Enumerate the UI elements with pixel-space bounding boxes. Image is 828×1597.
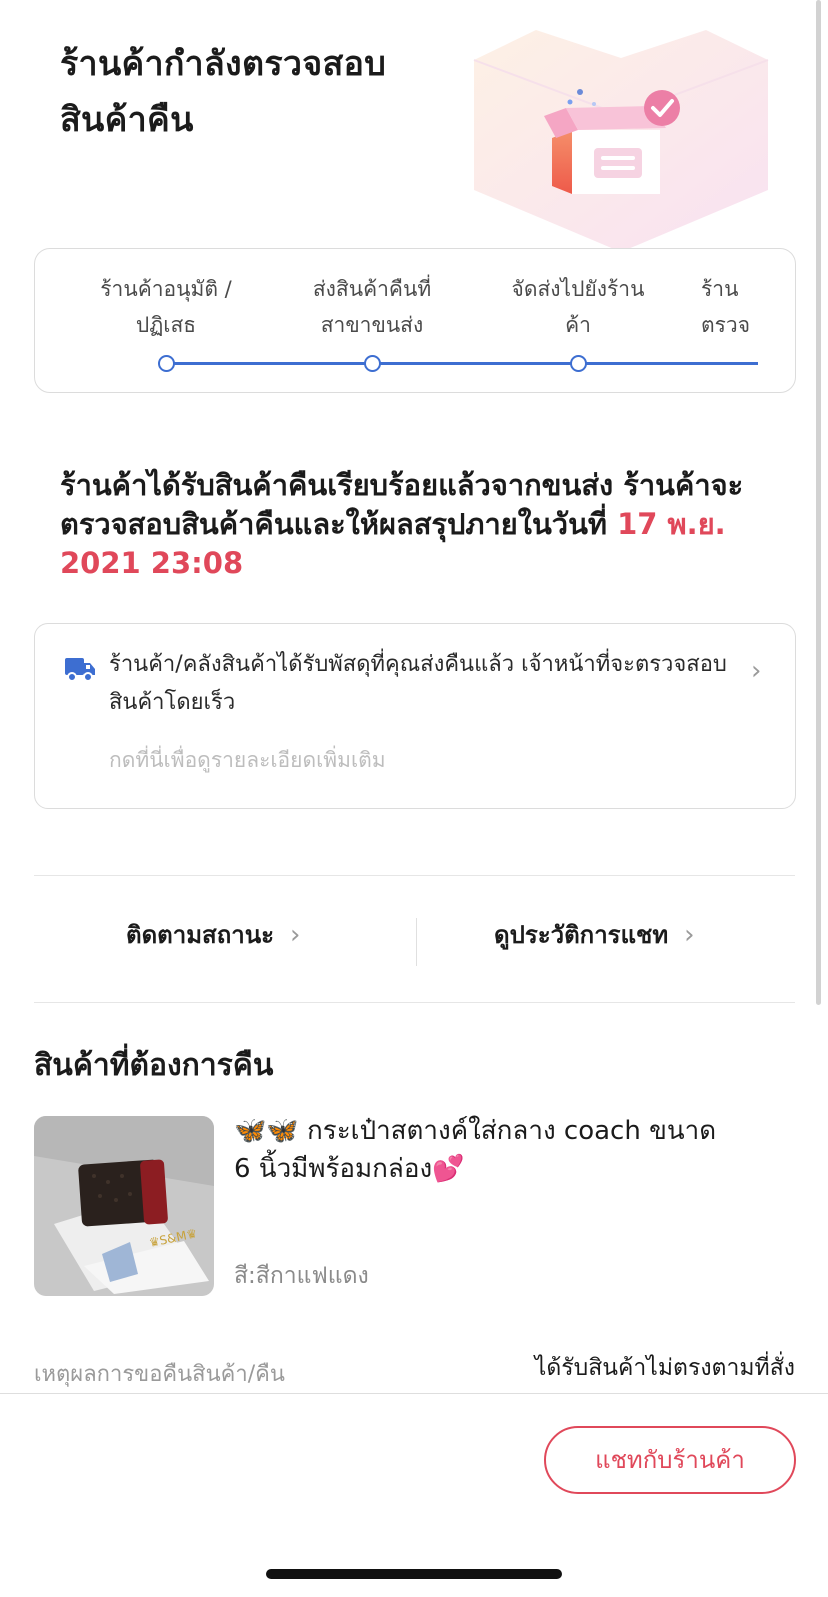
step-dot xyxy=(158,355,175,372)
step-label-line: ส่งสินค้าคืนที่ xyxy=(312,277,432,301)
step-label-shop-inspect: ร้าน ตรวจ xyxy=(699,271,761,343)
shipment-info-card[interactable]: ร้านค้า/คลังสินค้าได้รับพัสดุที่คุณส่งคื… xyxy=(34,623,796,809)
shipment-info-hint: กดที่นี่เพื่อดูรายละเอียดเพิ่มเติม xyxy=(109,748,386,772)
step-label-line: ตรวจ xyxy=(701,313,751,337)
product-variant: สี:สีกาแฟแดง xyxy=(234,1263,369,1289)
bottom-action-bar: แชทกับร้านค้า xyxy=(0,1393,828,1597)
progress-track xyxy=(173,362,758,365)
truck-icon xyxy=(65,658,95,682)
return-progress-stepper: ร้านค้าอนุมัติ / ปฏิเสธ ส่งสินค้าคืนที่ … xyxy=(34,248,796,393)
track-status-button[interactable]: ติดตามสถานะ › xyxy=(126,915,300,954)
step-label-ship-to-carrier: ส่งสินค้าคืนที่ สาขาขนส่ง xyxy=(287,271,457,343)
chevron-right-icon: › xyxy=(290,920,301,950)
shipment-info-message: ร้านค้า/คลังสินค้าได้รับพัสดุที่คุณส่งคื… xyxy=(109,652,727,715)
page-title: ร้านค้ากำลังตรวจสอบ สินค้าคืน xyxy=(60,36,440,148)
step-label-line: สาขาขนส่ง xyxy=(320,313,424,337)
page-title-line1: ร้านค้ากำลังตรวจสอบ xyxy=(60,44,387,84)
track-status-label: ติดตามสถานะ xyxy=(126,921,275,949)
chat-history-button[interactable]: ดูประวัติการแชท › xyxy=(494,915,695,954)
return-reason-label: เหตุผลการขอคืนสินค้า/คืน xyxy=(34,1362,285,1387)
chat-history-label: ดูประวัติการแชท xyxy=(494,921,669,949)
step-label-line: ค้า xyxy=(565,313,591,337)
product-name[interactable]: 🦋🦋 กระเป๋าสตางค์ใส่กลาง coach ขนาด 6 นิ้… xyxy=(234,1112,734,1188)
return-status-message: ร้านค้าได้รับสินค้าคืนเรียบร้อยแล้วจากขน… xyxy=(60,466,770,583)
product-image[interactable]: ♛S&M♛ xyxy=(34,1116,214,1296)
chevron-right-icon: › xyxy=(684,920,695,950)
step-label-approve: ร้านค้าอนุมัติ / ปฏิเสธ xyxy=(81,271,251,343)
divider xyxy=(416,918,417,966)
chevron-right-icon: › xyxy=(751,656,762,686)
step-label-deliver-to-shop: จัดส่งไปยังร้าน ค้า xyxy=(493,271,663,343)
step-dot xyxy=(570,355,587,372)
return-reason-value: ได้รับสินค้าไม่ตรงตามที่สั่ง xyxy=(534,1355,795,1381)
step-dot xyxy=(364,355,381,372)
page-title-line2: สินค้าคืน xyxy=(60,100,194,140)
step-label-line: ร้านค้าอนุมัติ / xyxy=(100,277,232,301)
step-label-line: ปฏิเสธ xyxy=(135,313,197,337)
step-label-line: ร้าน xyxy=(701,277,739,301)
scrollbar[interactable] xyxy=(816,0,821,1005)
step-label-line: จัดส่งไปยังร้าน xyxy=(511,277,645,301)
chat-with-shop-button[interactable]: แชทกับร้านค้า xyxy=(544,1426,796,1494)
return-box-illustration xyxy=(473,30,769,252)
home-indicator[interactable] xyxy=(266,1569,562,1579)
divider xyxy=(34,875,795,876)
section-title: สินค้าที่ต้องการคืน xyxy=(34,1048,274,1083)
divider xyxy=(34,1002,795,1003)
